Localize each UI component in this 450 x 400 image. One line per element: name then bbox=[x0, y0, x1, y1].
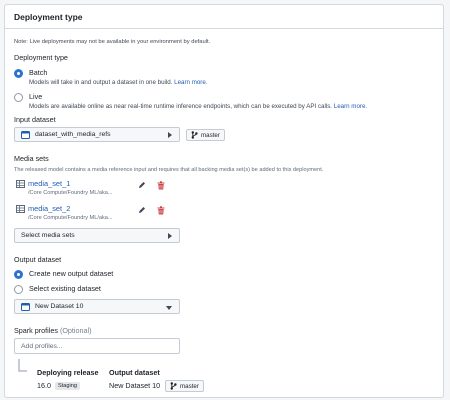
edit-icon[interactable] bbox=[138, 181, 146, 189]
delete-icon[interactable] bbox=[157, 206, 165, 215]
media-sets-desc: The released model contains a media refe… bbox=[14, 167, 324, 173]
add-profiles-placeholder: Add profiles... bbox=[21, 342, 63, 350]
select-existing-label: Select existing dataset bbox=[29, 284, 101, 293]
summary-output-value: New Dataset 10 bbox=[109, 381, 161, 390]
media-set-icon bbox=[16, 180, 25, 188]
live-desc: Models are available online as near real… bbox=[29, 103, 333, 110]
media-set-icon bbox=[16, 205, 25, 213]
staging-badge: Staging bbox=[55, 382, 80, 391]
live-learn-more-link[interactable]: Learn more. bbox=[334, 103, 367, 110]
media-set-row: media_set_2 /Core Compute/Foundry ML/aka… bbox=[14, 203, 174, 225]
input-dataset-label: Input dataset bbox=[14, 115, 56, 124]
input-dataset-select[interactable]: dataset_with_media_refs bbox=[14, 127, 180, 142]
input-branch-tag: master bbox=[186, 129, 225, 141]
chevron-down-icon bbox=[166, 306, 172, 310]
media-set-path: /Core Compute/Foundry ML/aka... bbox=[28, 190, 113, 196]
media-sets-label: Media sets bbox=[14, 154, 49, 163]
input-branch-name: master bbox=[201, 131, 220, 139]
chevron-right-icon bbox=[168, 132, 172, 138]
batch-label: Batch bbox=[29, 68, 48, 77]
git-branch-icon bbox=[191, 131, 198, 139]
optional-label: (Optional) bbox=[59, 326, 92, 335]
media-set-name[interactable]: media_set_2 bbox=[28, 204, 70, 213]
batch-desc: Models will take in and output a dataset… bbox=[29, 79, 173, 86]
delete-icon[interactable] bbox=[157, 181, 165, 190]
select-media-sets-button[interactable]: Select media sets bbox=[14, 228, 180, 243]
chevron-right-icon bbox=[168, 233, 172, 239]
summary-output-label: Output dataset bbox=[109, 368, 160, 377]
release-info: 16.0 Staging bbox=[37, 381, 80, 391]
edit-icon[interactable] bbox=[138, 206, 146, 214]
output-dataset-select[interactable]: New Dataset 10 bbox=[14, 299, 180, 314]
input-dataset-value: dataset_with_media_refs bbox=[35, 131, 111, 138]
batch-learn-more-link[interactable]: Learn more. bbox=[174, 79, 207, 86]
git-branch-icon bbox=[170, 382, 177, 390]
batch-radio[interactable] bbox=[14, 69, 23, 78]
connector-line bbox=[18, 359, 27, 372]
panel-title: Deployment type bbox=[5, 5, 443, 29]
media-set-name[interactable]: media_set_1 bbox=[28, 179, 70, 188]
live-radio[interactable] bbox=[14, 93, 23, 102]
select-media-sets-label: Select media sets bbox=[21, 232, 75, 239]
media-set-row: media_set_1 /Core Compute/Foundry ML/aka… bbox=[14, 178, 174, 200]
media-set-path: /Core Compute/Foundry ML/aka... bbox=[28, 215, 113, 221]
note-text: Note: Live deployments may not be availa… bbox=[14, 39, 211, 45]
release-version: 16.0 bbox=[37, 381, 51, 390]
select-existing-option[interactable]: Select existing dataset bbox=[14, 284, 101, 294]
create-output-label: Create new output dataset bbox=[29, 269, 114, 278]
spark-profiles-label: Spark profiles (Optional) bbox=[14, 326, 92, 335]
create-output-radio[interactable] bbox=[14, 270, 23, 279]
deployment-panel: Deployment type Note: Live deployments m… bbox=[4, 4, 444, 398]
live-label: Live bbox=[29, 92, 43, 101]
deployment-type-label: Deployment type bbox=[14, 53, 68, 62]
batch-option[interactable]: Batch Models will take in and output a d… bbox=[14, 68, 434, 86]
dataset-icon bbox=[21, 130, 30, 139]
live-option[interactable]: Live Models are available online as near… bbox=[14, 92, 434, 110]
deploying-release-label: Deploying release bbox=[37, 368, 99, 377]
create-output-option[interactable]: Create new output dataset bbox=[14, 269, 113, 279]
output-branch-tag: master bbox=[165, 380, 204, 392]
dataset-icon bbox=[21, 302, 30, 311]
add-profiles-input[interactable]: Add profiles... bbox=[14, 338, 180, 354]
output-dataset-label: Output dataset bbox=[14, 255, 62, 264]
output-dataset-value: New Dataset 10 bbox=[35, 303, 84, 310]
select-existing-radio[interactable] bbox=[14, 285, 23, 294]
output-branch-name: master bbox=[180, 382, 199, 390]
